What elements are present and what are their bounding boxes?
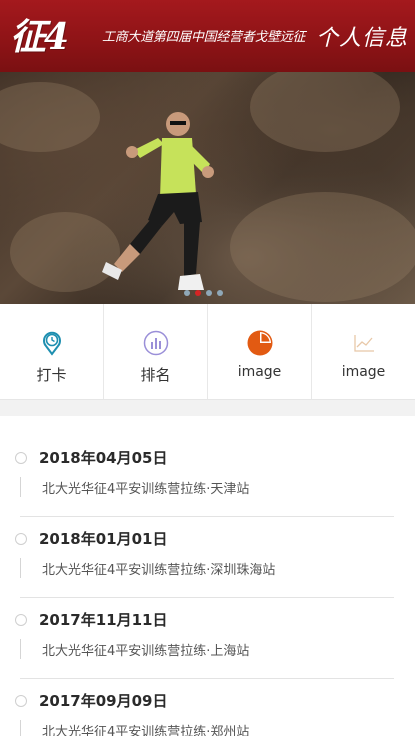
menu-label-ranking: 排名 (140, 366, 171, 384)
timeline-circle-icon (15, 533, 27, 545)
menu-item-stats[interactable]: image (208, 304, 312, 399)
menu-label-checkin: 打卡 (36, 366, 67, 384)
menu-label-trend: image (341, 364, 386, 380)
profile-link[interactable]: 个人信息 (316, 20, 408, 52)
carousel-dot-active[interactable] (195, 290, 201, 296)
timeline-line (20, 720, 21, 736)
event-description: 北大光华征4平安训练营拉练·天津站 (42, 482, 250, 497)
timeline-circle-icon (15, 614, 27, 626)
section-divider (0, 400, 415, 416)
timeline-item[interactable]: 2017年09月09日 北大光华征4平安训练营拉练·郑州站 (0, 659, 415, 736)
carousel-dot[interactable] (206, 290, 212, 296)
clock-pin-icon (42, 331, 61, 356)
timeline-item[interactable]: 2018年01月01日 北大光华征4平安训练营拉练·深圳珠海站 (0, 497, 415, 598)
runner-photo (102, 112, 214, 290)
menu-item-trend[interactable]: image (312, 304, 415, 399)
bar-chart-circle-icon (143, 330, 168, 356)
feature-menu: 打卡 排名 image image (0, 304, 415, 400)
menu-label-stats: image (237, 364, 282, 380)
timeline-item[interactable]: 2018年04月05日 北大光华征4平安训练营拉练·天津站 (0, 416, 415, 517)
timeline-circle-icon (15, 452, 27, 464)
line-chart-icon (353, 335, 374, 352)
banner-rock-texture (230, 192, 415, 302)
header-slogan: 工商大道第四届中国经营者戈壁远征 (102, 30, 306, 45)
event-description: 北大光华征4平安训练营拉练·上海站 (42, 644, 250, 659)
event-date: 2017年09月09日 (39, 692, 168, 710)
banner-rock-texture (250, 72, 400, 152)
app-logo[interactable]: 征4 (10, 14, 69, 60)
timeline-line (20, 477, 21, 497)
event-description: 北大光华征4平安训练营拉练·郑州站 (42, 725, 250, 736)
menu-item-ranking[interactable]: 排名 (104, 304, 208, 399)
timeline-item[interactable]: 2017年11月11日 北大光华征4平安训练营拉练·上海站 (0, 578, 415, 679)
carousel-dots (184, 290, 223, 296)
event-date: 2017年11月11日 (39, 611, 168, 629)
pie-chart-icon (247, 330, 272, 356)
event-date: 2018年04月05日 (39, 449, 168, 467)
app-header: 征4 工商大道第四届中国经营者戈壁远征 个人信息 (0, 0, 415, 72)
carousel-dot[interactable] (184, 290, 190, 296)
banner-carousel[interactable] (0, 72, 415, 304)
menu-item-checkin[interactable]: 打卡 (0, 304, 104, 399)
timeline-line (20, 558, 21, 578)
event-date: 2018年01月01日 (39, 530, 168, 548)
banner-rock-texture (0, 82, 100, 152)
timeline-circle-icon (15, 695, 27, 707)
timeline-line (20, 639, 21, 659)
carousel-dot[interactable] (217, 290, 223, 296)
event-description: 北大光华征4平安训练营拉练·深圳珠海站 (42, 563, 276, 578)
